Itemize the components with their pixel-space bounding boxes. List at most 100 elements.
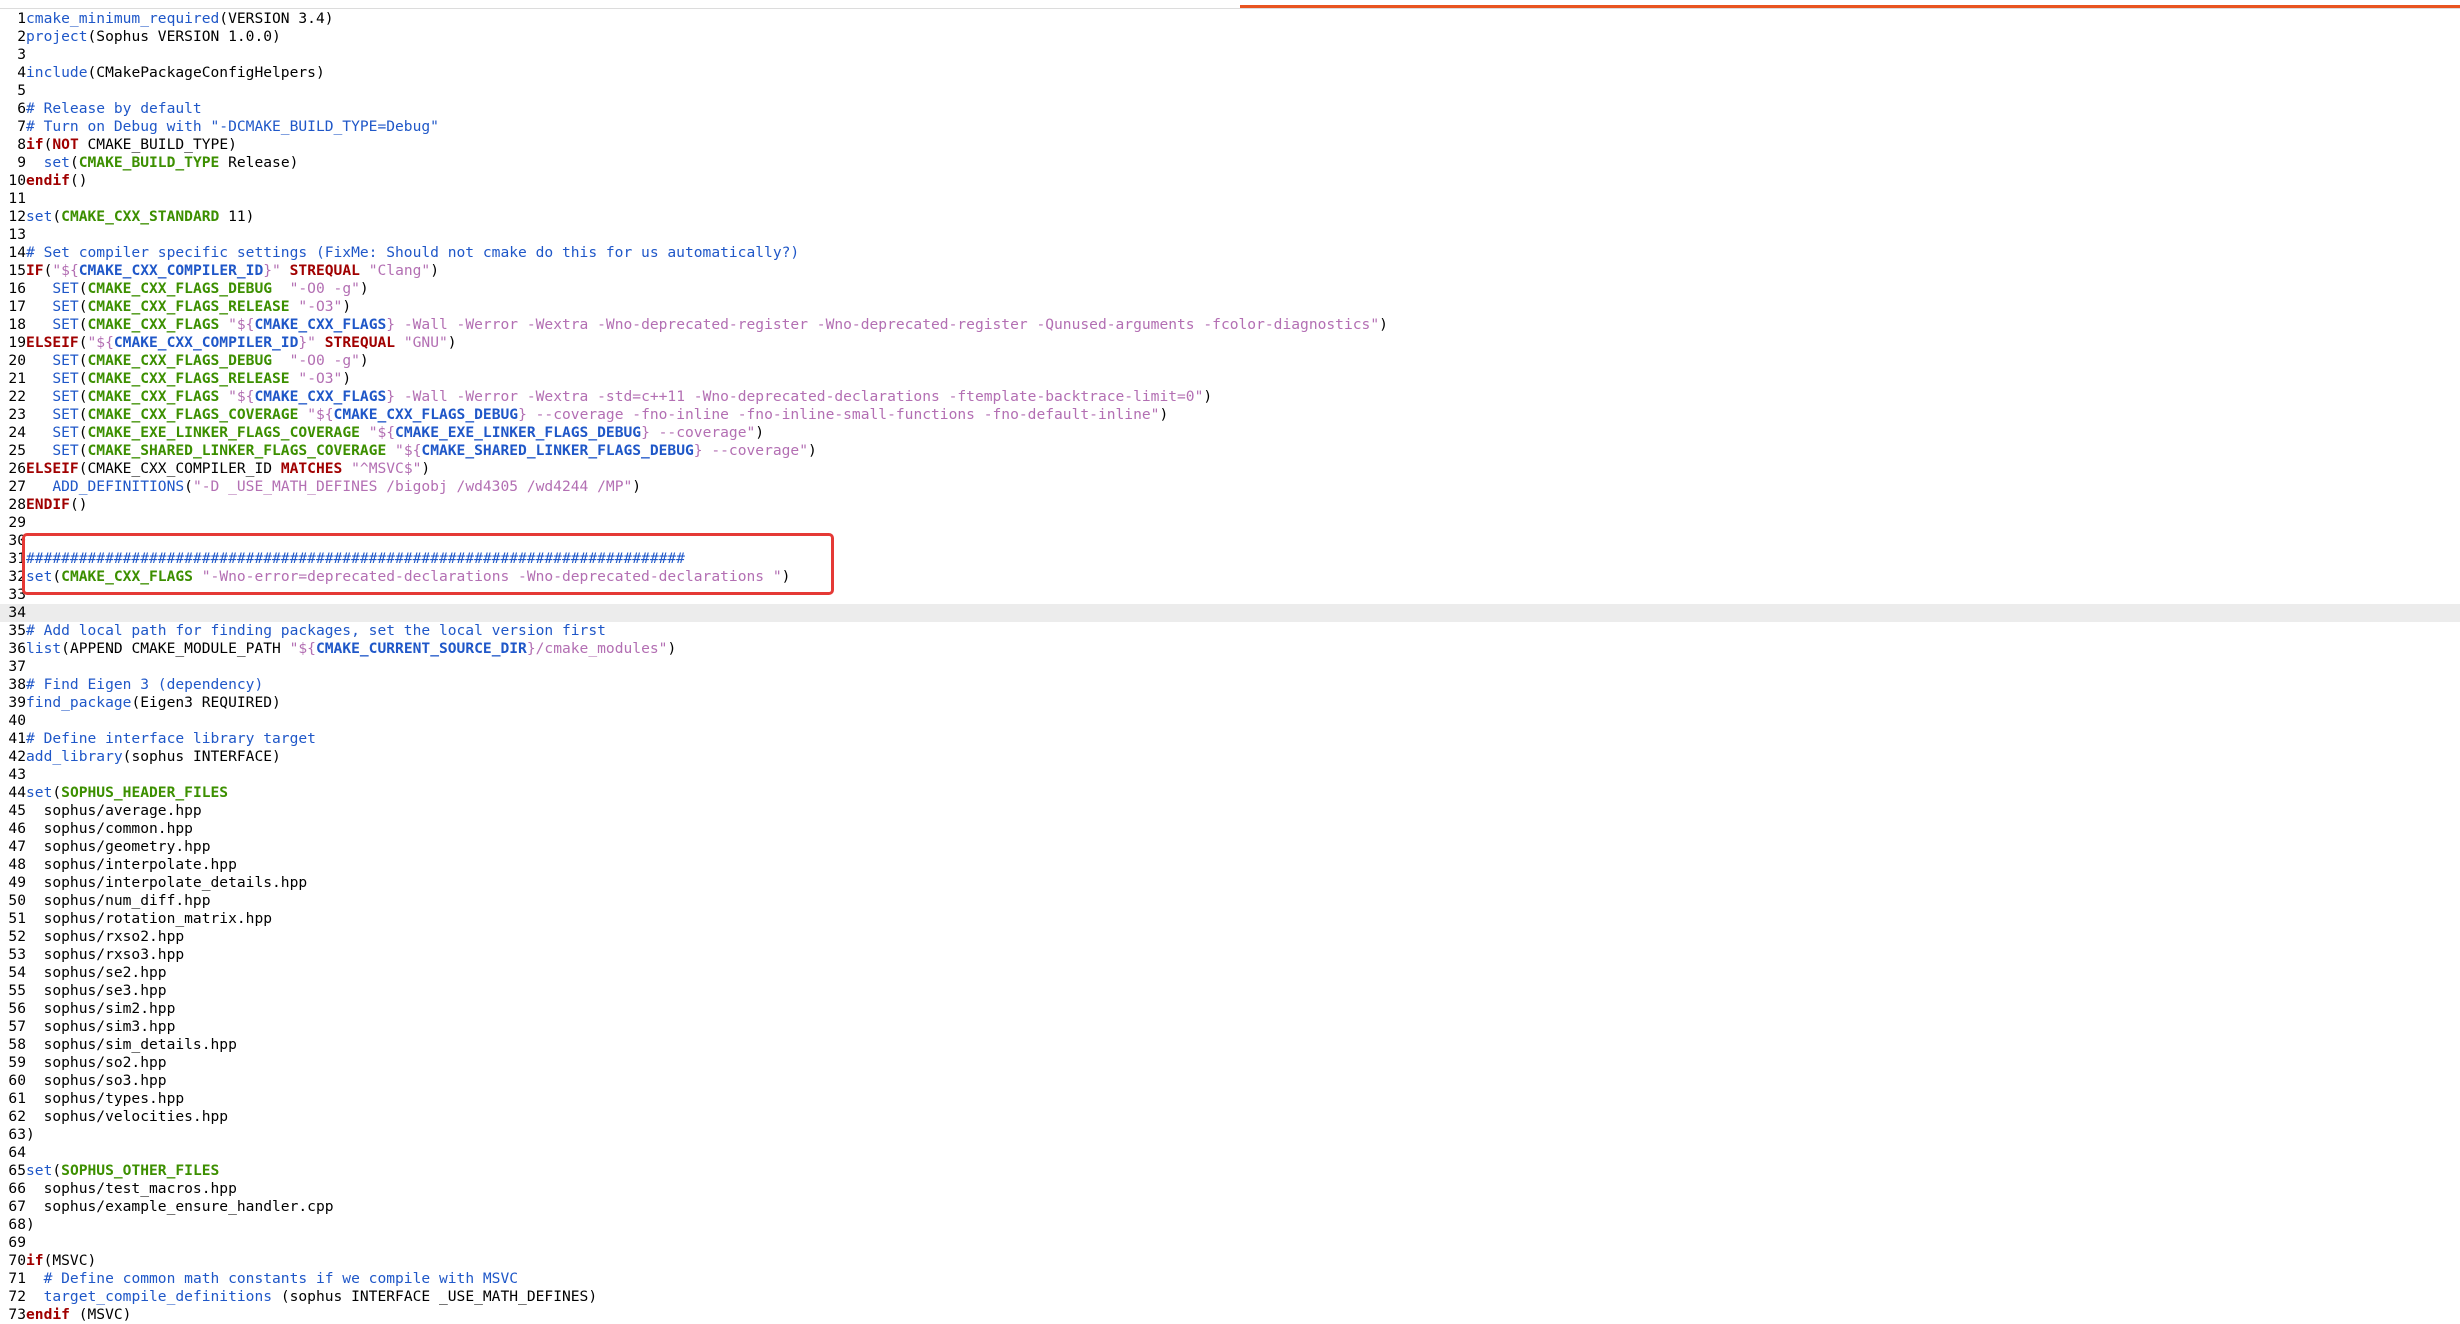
code-line[interactable]: 48 sophus/interpolate.hpp: [0, 856, 2460, 874]
code-line[interactable]: 5: [0, 82, 2460, 100]
code-line[interactable]: 45 sophus/average.hpp: [0, 802, 2460, 820]
code-line[interactable]: 9 set(CMAKE_BUILD_TYPE Release): [0, 154, 2460, 172]
code-line[interactable]: 69: [0, 1234, 2460, 1252]
code-line[interactable]: 41# Define interface library target: [0, 730, 2460, 748]
code-line[interactable]: 73endif (MSVC): [0, 1306, 2460, 1324]
code-line[interactable]: 19ELSEIF("${CMAKE_CXX_COMPILER_ID}" STRE…: [0, 334, 2460, 352]
code-line[interactable]: 65set(SOPHUS_OTHER_FILES: [0, 1162, 2460, 1180]
code-line[interactable]: 53 sophus/rxso3.hpp: [0, 946, 2460, 964]
code-line[interactable]: 54 sophus/se2.hpp: [0, 964, 2460, 982]
code-token: sophus/so2.hpp: [26, 1054, 167, 1071]
line-code: sophus/example_ensure_handler.cpp: [26, 1198, 334, 1215]
code-token: "GNU": [403, 334, 448, 351]
code-line[interactable]: 4include(CMakePackageConfigHelpers): [0, 64, 2460, 82]
code-line[interactable]: 29: [0, 514, 2460, 532]
code-line[interactable]: 22 SET(CMAKE_CXX_FLAGS "${CMAKE_CXX_FLAG…: [0, 388, 2460, 406]
line-number: 41: [8, 730, 26, 747]
line-code: sophus/common.hpp: [26, 820, 193, 837]
code-line[interactable]: 66 sophus/test_macros.hpp: [0, 1180, 2460, 1198]
code-token: ): [632, 478, 642, 495]
code-token: STREQUAL: [324, 334, 396, 351]
code-line[interactable]: 59 sophus/so2.hpp: [0, 1054, 2460, 1072]
code-line[interactable]: 58 sophus/sim_details.hpp: [0, 1036, 2460, 1054]
code-line[interactable]: 10endif(): [0, 172, 2460, 190]
line-number: 20: [8, 352, 26, 369]
code-line[interactable]: 61 sophus/types.hpp: [0, 1090, 2460, 1108]
code-token: ELSEIF: [26, 460, 79, 477]
code-line[interactable]: 55 sophus/se3.hpp: [0, 982, 2460, 1000]
code-line[interactable]: 39find_package(Eigen3 REQUIRED): [0, 694, 2460, 712]
line-number: 25: [8, 442, 26, 459]
code-line[interactable]: 17 SET(CMAKE_CXX_FLAGS_RELEASE "-O3"): [0, 298, 2460, 316]
code-line[interactable]: 47 sophus/geometry.hpp: [0, 838, 2460, 856]
code-line[interactable]: 28ENDIF(): [0, 496, 2460, 514]
code-line[interactable]: 46 sophus/common.hpp: [0, 820, 2460, 838]
code-line[interactable]: 11: [0, 190, 2460, 208]
code-line[interactable]: 12set(CMAKE_CXX_STANDARD 11): [0, 208, 2460, 226]
code-line[interactable]: 60 sophus/so3.hpp: [0, 1072, 2460, 1090]
code-line[interactable]: 44set(SOPHUS_HEADER_FILES: [0, 784, 2460, 802]
code-line[interactable]: 64: [0, 1144, 2460, 1162]
code-line[interactable]: 40: [0, 712, 2460, 730]
code-line[interactable]: 7# Turn on Debug with "-DCMAKE_BUILD_TYP…: [0, 118, 2460, 136]
code-line[interactable]: 43: [0, 766, 2460, 784]
code-line[interactable]: 52 sophus/rxso2.hpp: [0, 928, 2460, 946]
code-line[interactable]: 50 sophus/num_diff.hpp: [0, 892, 2460, 910]
line-number: 19: [8, 334, 26, 351]
line-code: set(CMAKE_CXX_STANDARD 11): [26, 208, 254, 225]
code-line[interactable]: 20 SET(CMAKE_CXX_FLAGS_DEBUG "-O0 -g"): [0, 352, 2460, 370]
code-line[interactable]: 2project(Sophus VERSION 1.0.0): [0, 28, 2460, 46]
code-line[interactable]: 25 SET(CMAKE_SHARED_LINKER_FLAGS_COVERAG…: [0, 442, 2460, 460]
code-line[interactable]: 37: [0, 658, 2460, 676]
code-line[interactable]: 68): [0, 1216, 2460, 1234]
code-line[interactable]: 71 # Define common math constants if we …: [0, 1270, 2460, 1288]
code-line[interactable]: 6# Release by default: [0, 100, 2460, 118]
code-token: sophus/rotation_matrix.hpp: [26, 910, 273, 927]
code-token: (: [78, 352, 88, 369]
code-line[interactable]: 15IF("${CMAKE_CXX_COMPILER_ID}" STREQUAL…: [0, 262, 2460, 280]
line-code: SET(CMAKE_CXX_FLAGS "${CMAKE_CXX_FLAGS} …: [26, 388, 1212, 405]
line-code: find_package(Eigen3 REQUIRED): [26, 694, 281, 711]
code-line[interactable]: 13: [0, 226, 2460, 244]
code-line[interactable]: 26ELSEIF(CMAKE_CXX_COMPILER_ID MATCHES "…: [0, 460, 2460, 478]
code-token: sophus/sim3.hpp: [26, 1018, 176, 1035]
code-line[interactable]: 70if(MSVC): [0, 1252, 2460, 1270]
code-line[interactable]: 56 sophus/sim2.hpp: [0, 1000, 2460, 1018]
code-line[interactable]: 62 sophus/velocities.hpp: [0, 1108, 2460, 1126]
code-line[interactable]: 36list(APPEND CMAKE_MODULE_PATH "${CMAKE…: [0, 640, 2460, 658]
code-line[interactable]: 67 sophus/example_ensure_handler.cpp: [0, 1198, 2460, 1216]
code-line[interactable]: 35# Add local path for finding packages,…: [0, 622, 2460, 640]
code-line[interactable]: 27 ADD_DEFINITIONS("-D _USE_MATH_DEFINES…: [0, 478, 2460, 496]
code-line[interactable]: 24 SET(CMAKE_EXE_LINKER_FLAGS_COVERAGE "…: [0, 424, 2460, 442]
code-token: }/cmake_modules": [526, 640, 668, 657]
code-line[interactable]: 23 SET(CMAKE_CXX_FLAGS_COVERAGE "${CMAKE…: [0, 406, 2460, 424]
code-line[interactable]: 57 sophus/sim3.hpp: [0, 1018, 2460, 1036]
code-line[interactable]: 18 SET(CMAKE_CXX_FLAGS "${CMAKE_CXX_FLAG…: [0, 316, 2460, 334]
line-code: sophus/se3.hpp: [26, 982, 167, 999]
line-number: 21: [8, 370, 26, 387]
code-line[interactable]: 34: [0, 604, 2460, 622]
line-code: add_library(sophus INTERFACE): [26, 748, 281, 765]
code-line[interactable]: 63): [0, 1126, 2460, 1144]
code-line[interactable]: 72 target_compile_definitions (sophus IN…: [0, 1288, 2460, 1306]
code-line[interactable]: 49 sophus/interpolate_details.hpp: [0, 874, 2460, 892]
code-line[interactable]: 3: [0, 46, 2460, 64]
code-token: set: [26, 784, 53, 801]
code-editor[interactable]: 1cmake_minimum_required(VERSION 3.4) 2pro…: [0, 10, 2460, 1324]
code-line[interactable]: 21 SET(CMAKE_CXX_FLAGS_RELEASE "-O3"): [0, 370, 2460, 388]
code-line[interactable]: 51 sophus/rotation_matrix.hpp: [0, 910, 2460, 928]
code-line[interactable]: 42add_library(sophus INTERFACE): [0, 748, 2460, 766]
code-line[interactable]: 16 SET(CMAKE_CXX_FLAGS_DEBUG "-O0 -g"): [0, 280, 2460, 298]
line-code: cmake_minimum_required(VERSION 3.4): [26, 10, 334, 27]
code-line[interactable]: 8if(NOT CMAKE_BUILD_TYPE): [0, 136, 2460, 154]
code-line[interactable]: 14# Set compiler specific settings (FixM…: [0, 244, 2460, 262]
code-token: CMAKE_CXX_FLAGS: [254, 316, 387, 333]
code-token: # Add local path for finding packages, s…: [26, 622, 606, 639]
code-line[interactable]: 1cmake_minimum_required(VERSION 3.4): [0, 10, 2460, 28]
code-line[interactable]: 38# Find Eigen 3 (dependency): [0, 676, 2460, 694]
